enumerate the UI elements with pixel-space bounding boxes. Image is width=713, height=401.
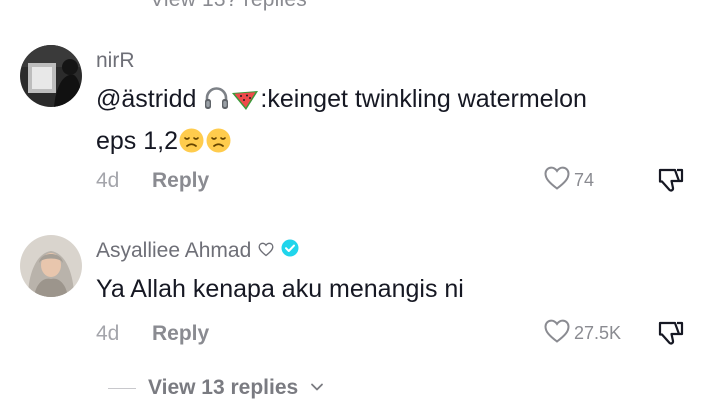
avatar[interactable] xyxy=(20,45,82,107)
reply-button[interactable]: Reply xyxy=(152,169,209,193)
sad-face-emoji xyxy=(205,127,232,165)
like-count: 74 xyxy=(574,170,595,190)
verified-badge-icon xyxy=(281,239,299,263)
sad-face-emoji xyxy=(178,127,205,165)
username-text: nirR xyxy=(96,49,135,72)
comment-username[interactable]: Asyalliee Ahmad xyxy=(96,239,299,263)
mention-link[interactable]: @ästridd xyxy=(96,85,196,113)
divider-line xyxy=(108,387,136,389)
view-replies-label: View 13 replies xyxy=(148,376,299,399)
like-button[interactable]: 74 xyxy=(543,165,594,196)
heart-icon xyxy=(543,165,571,196)
view-replies-button[interactable]: View 13 replies xyxy=(108,376,324,400)
headphones-emoji xyxy=(203,85,230,123)
reply-button[interactable]: Reply xyxy=(152,322,209,346)
comment-text: Ya Allah kenapa aku menangis ni xyxy=(96,275,464,303)
comment-time: 4d xyxy=(96,169,120,192)
dislike-button[interactable] xyxy=(656,319,686,352)
chevron-down-icon xyxy=(310,379,324,397)
view-replies-partial[interactable]: View 13? replies xyxy=(150,0,307,12)
heart-outline-icon xyxy=(258,239,274,263)
thumbs-down-icon xyxy=(656,168,686,198)
like-count: 27.5K xyxy=(574,323,622,343)
view-replies-partial-label: View 13? replies xyxy=(150,0,307,11)
watermelon-emoji xyxy=(230,85,260,123)
thumbs-down-icon xyxy=(656,321,686,351)
like-button[interactable]: 27.5K xyxy=(543,318,621,349)
avatar[interactable] xyxy=(20,235,82,297)
heart-icon xyxy=(543,318,571,349)
dislike-button[interactable] xyxy=(656,166,686,199)
comment-text: @ästridd :keinget twinkling watermelon e… xyxy=(96,81,587,165)
comment-username[interactable]: nirR xyxy=(96,49,135,73)
comment-time: 4d xyxy=(96,322,120,345)
username-text: Asyalliee Ahmad xyxy=(96,239,252,262)
comment-text-line2: eps 1,2 xyxy=(96,127,179,155)
comment-text-body: :keinget twinkling watermelon xyxy=(260,85,587,113)
